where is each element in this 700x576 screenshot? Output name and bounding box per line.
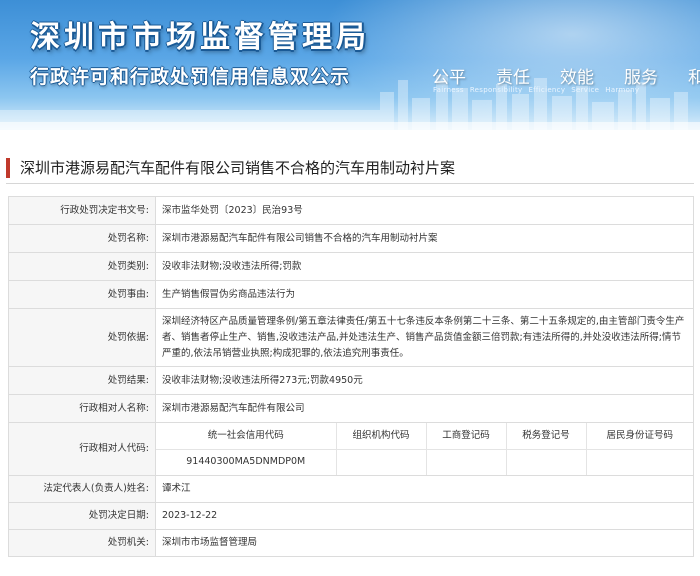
title-accent-bar xyxy=(6,158,10,178)
tax-reg-value xyxy=(506,449,587,475)
table-row: 处罚结果: 没收非法财物;没收违法所得273元;罚款4950元 xyxy=(8,366,694,395)
slogan-en-item: Efficiency xyxy=(528,86,566,94)
decision-no-label: 行政处罚决定书文号: xyxy=(8,196,156,225)
penalty-result-label: 处罚结果: xyxy=(8,366,156,395)
decision-date-value: 2023-12-22 xyxy=(155,502,694,530)
col-header-id-card: 居民身份证号码 xyxy=(586,423,693,450)
table-row: 法定代表人(负责人)姓名: 谭术江 xyxy=(8,475,694,503)
table-row: 处罚机关: 深圳市市场监督管理局 xyxy=(8,529,694,557)
legal-rep-label: 法定代表人(负责人)姓名: xyxy=(8,475,156,503)
case-title-bar: 深圳市港源易配汽车配件有限公司销售不合格的汽车用制动衬片案 xyxy=(6,154,694,184)
col-header-org-code: 组织机构代码 xyxy=(336,423,427,450)
slogan-item: 和谐 xyxy=(688,68,700,88)
subtable-value-row: 91440300MA5DNMDP0M xyxy=(156,449,693,475)
credit-code-value: 91440300MA5DNMDP0M xyxy=(156,449,337,475)
counterpart-name-label: 行政相对人名称: xyxy=(8,394,156,423)
table-row: 处罚决定日期: 2023-12-22 xyxy=(8,502,694,530)
decision-no-value: 深市监华处罚〔2023〕民治93号 xyxy=(155,196,694,225)
penalty-reason-value: 生产销售假冒伪劣商品违法行为 xyxy=(155,280,694,309)
penalty-name-label: 处罚名称: xyxy=(8,224,156,253)
table-row: 处罚事由: 生产销售假冒伪劣商品违法行为 xyxy=(8,280,694,309)
penalty-basis-label: 处罚依据: xyxy=(8,308,156,367)
col-header-tax-reg: 税务登记号 xyxy=(506,423,587,450)
org-code-value xyxy=(336,449,427,475)
penalty-type-value: 没收非法财物;没收违法所得;罚款 xyxy=(155,252,694,281)
legal-rep-value: 谭术江 xyxy=(155,475,694,503)
table-row: 处罚依据: 深圳经济特区产品质量管理条例/第五章法律责任/第五十七条违反本条例第… xyxy=(8,308,694,367)
business-reg-value xyxy=(426,449,507,475)
table-row: 处罚名称: 深圳市港源易配汽车配件有限公司销售不合格的汽车用制动衬片案 xyxy=(8,224,694,253)
site-subtitle: 行政许可和行政处罚信用信息双公示 xyxy=(30,66,351,88)
subtable-header-row: 统一社会信用代码 组织机构代码 工商登记码 税务登记号 居民身份证号码 xyxy=(156,423,693,450)
slogan-list: 公平 责任 效能 服务 和谐 xyxy=(432,63,700,88)
slogan-item: 公平 xyxy=(432,68,466,88)
decision-date-label: 处罚决定日期: xyxy=(8,502,156,530)
col-header-business-reg: 工商登记码 xyxy=(426,423,507,450)
penalty-name-value: 深圳市港源易配汽车配件有限公司销售不合格的汽车用制动衬片案 xyxy=(155,224,694,253)
id-code-subtable: 统一社会信用代码 组织机构代码 工商登记码 税务登记号 居民身份证号码 9144… xyxy=(156,423,693,475)
slogan-en-list: Fairness Responsibility Efficiency Servi… xyxy=(433,86,645,94)
penalty-basis-value: 深圳经济特区产品质量管理条例/第五章法律责任/第五十七条违反本条例第二十三条、第… xyxy=(155,308,694,367)
slogan-en-item: Harmony xyxy=(605,86,640,94)
id-card-value xyxy=(586,449,693,475)
slogan-en-item: Service xyxy=(571,86,600,94)
authority-label: 处罚机关: xyxy=(8,529,156,557)
counterpart-name-value: 深圳市港源易配汽车配件有限公司 xyxy=(155,394,694,423)
slogan-en-item: Responsibility xyxy=(469,86,523,94)
table-row: 处罚类别: 没收非法财物;没收违法所得;罚款 xyxy=(8,252,694,281)
penalty-result-value: 没收非法财物;没收违法所得273元;罚款4950元 xyxy=(155,366,694,395)
table-row: 行政相对人名称: 深圳市港源易配汽车配件有限公司 xyxy=(8,394,694,423)
header-banner: 深圳市市场监督管理局 行政许可和行政处罚信用信息双公示 公平 责任 效能 服务 … xyxy=(0,0,700,130)
case-title: 深圳市港源易配汽车配件有限公司销售不合格的汽车用制动衬片案 xyxy=(20,159,456,177)
counterpart-code-label: 行政相对人代码: xyxy=(8,422,156,476)
penalty-reason-label: 处罚事由: xyxy=(8,280,156,309)
agency-title: 深圳市市场监督管理局 xyxy=(30,20,370,55)
col-header-credit-code: 统一社会信用代码 xyxy=(156,423,337,450)
slogan-item: 效能 xyxy=(560,68,594,88)
slogan-item: 责任 xyxy=(496,68,530,88)
table-row: 行政相对人代码: 统一社会信用代码 组织机构代码 工商登记码 税务登记号 居民身… xyxy=(8,422,694,476)
authority-value: 深圳市市场监督管理局 xyxy=(155,529,694,557)
slogan-en-item: Fairness xyxy=(433,86,464,94)
penalty-info-table: 行政处罚决定书文号: 深市监华处罚〔2023〕民治93号 处罚名称: 深圳市港源… xyxy=(8,196,694,557)
slogan-item: 服务 xyxy=(624,68,658,88)
counterpart-code-cell: 统一社会信用代码 组织机构代码 工商登记码 税务登记号 居民身份证号码 9144… xyxy=(155,422,694,476)
table-row: 行政处罚决定书文号: 深市监华处罚〔2023〕民治93号 xyxy=(8,196,694,225)
penalty-type-label: 处罚类别: xyxy=(8,252,156,281)
